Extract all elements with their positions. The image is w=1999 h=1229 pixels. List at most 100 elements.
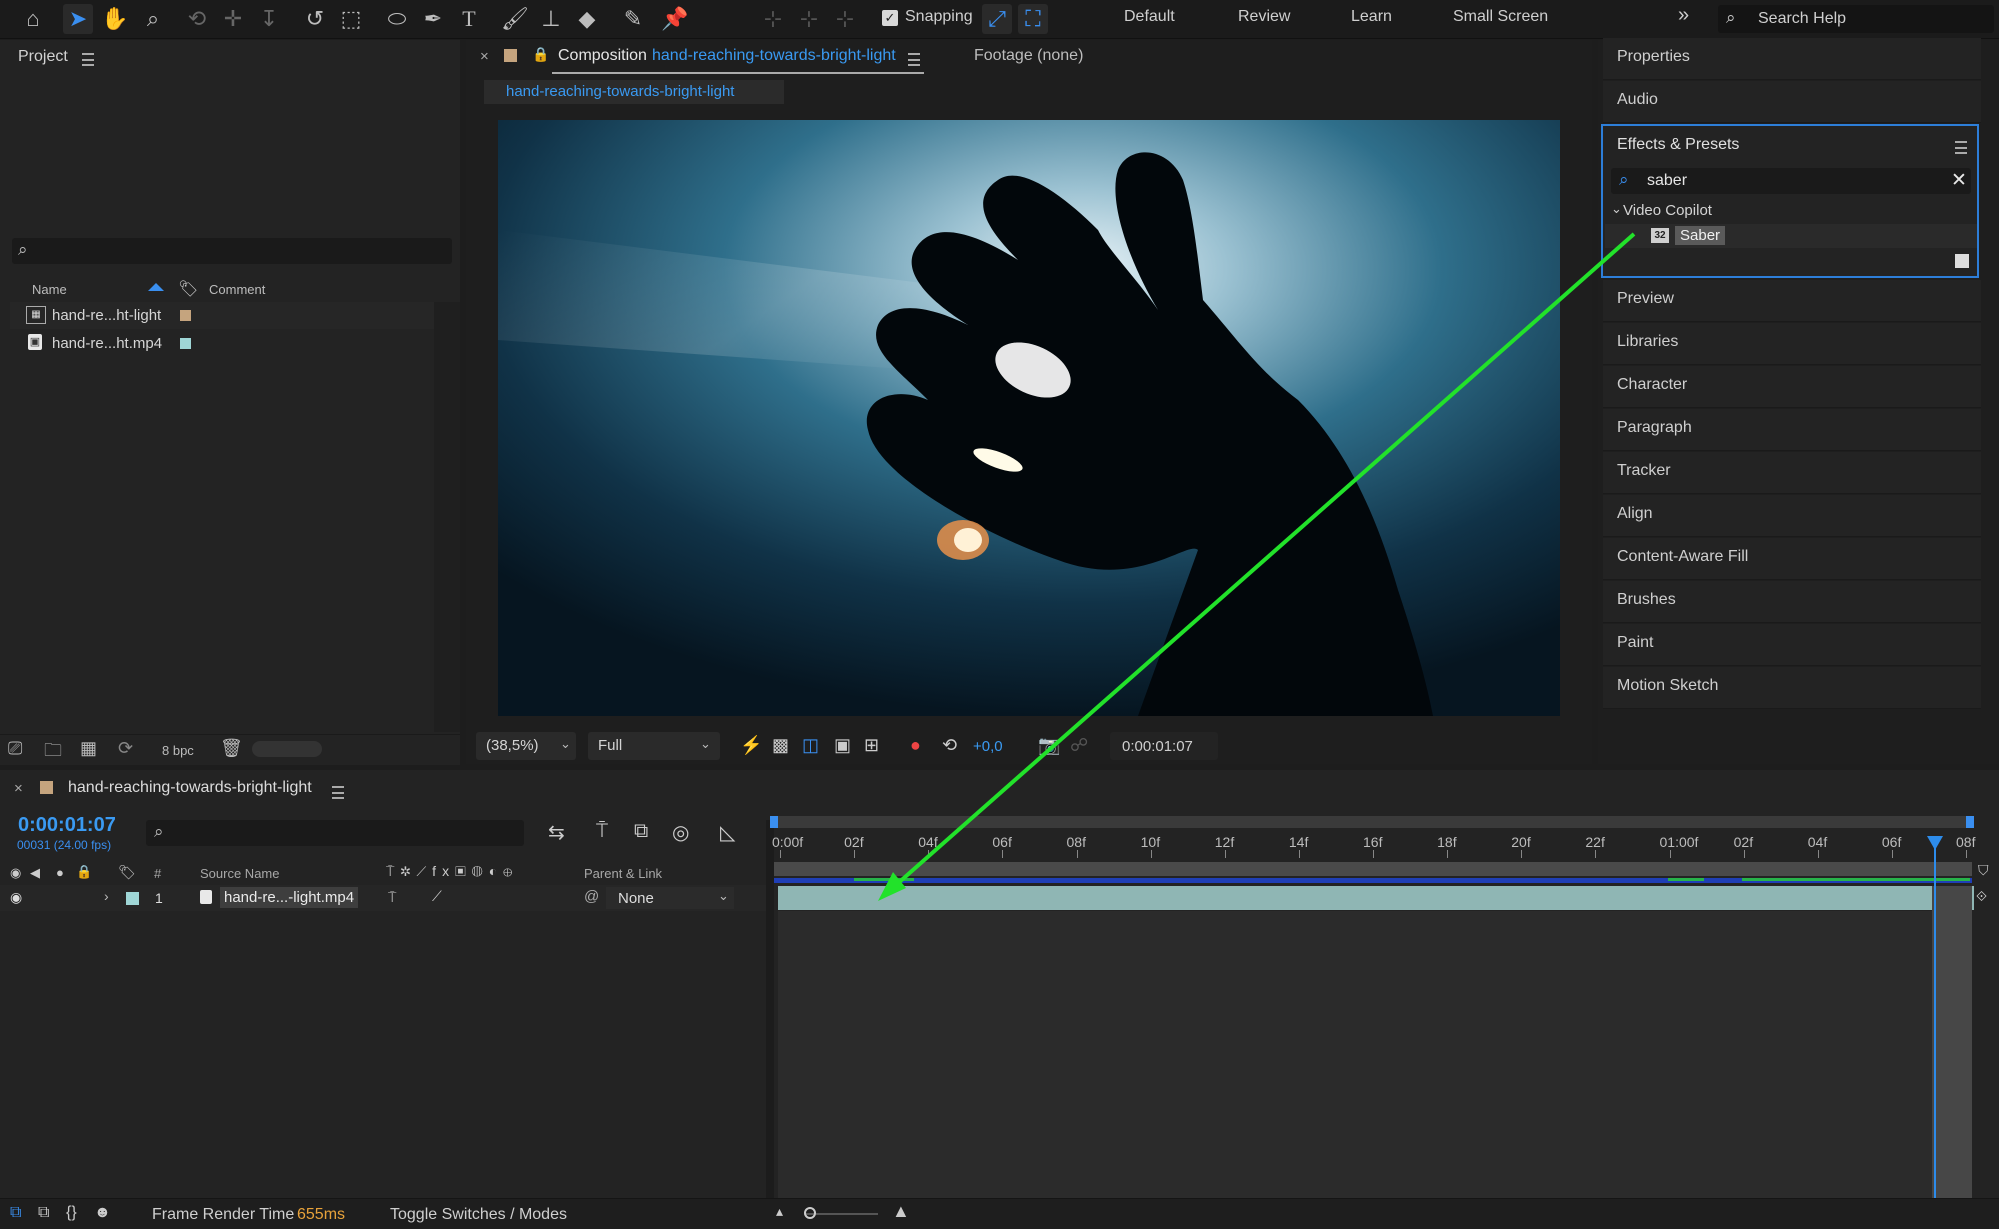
adjust-settings-icon[interactable]: ⟳: [118, 738, 133, 759]
comp-button-icon[interactable]: ⟐: [1976, 888, 1987, 905]
pan-behind-icon[interactable]: ⬚: [336, 4, 366, 34]
draft-3d-icon[interactable]: ⍑: [596, 820, 608, 843]
in-out-panes-icon[interactable]: {}: [66, 1204, 77, 1222]
project-col-comment[interactable]: Comment: [209, 282, 265, 297]
transparency-grid-icon[interactable]: ▩: [772, 735, 789, 756]
layer-label-swatch[interactable]: [126, 892, 139, 905]
reset-exposure-icon[interactable]: ⟲: [942, 735, 957, 756]
chevron-down-icon[interactable]: ⌄: [1611, 201, 1622, 217]
table-row[interactable]: ◉ › 1 hand-re...-light.mp4 ⍑ ⟋ @ None ⌄: [0, 885, 770, 911]
resolution-dropdown[interactable]: Full ⌄: [588, 732, 720, 760]
composition-tab-prefix[interactable]: Composition: [558, 47, 647, 65]
transfer-controls-icon[interactable]: ⧉: [38, 1204, 49, 1222]
collapse-switch-icon[interactable]: ⍑: [388, 889, 396, 906]
libraries-panel[interactable]: Libraries: [1603, 323, 1981, 365]
exposure-value[interactable]: +0,0: [973, 738, 1003, 755]
workspace-review[interactable]: Review: [1238, 8, 1290, 26]
footage-tab[interactable]: Footage (none): [974, 47, 1083, 65]
preview-panel[interactable]: Preview: [1603, 280, 1981, 322]
project-search-input[interactable]: ⌕: [12, 238, 452, 264]
parent-dropdown[interactable]: None ⌄: [606, 887, 734, 909]
label-tag-icon[interactable]: 🏷: [178, 279, 198, 299]
new-folder-icon[interactable]: 🗀: [44, 738, 62, 768]
workspace-small-screen[interactable]: Small Screen: [1453, 8, 1548, 26]
composition-menu-icon[interactable]: [908, 53, 920, 71]
more-workspaces-icon[interactable]: »: [1678, 4, 1689, 27]
zoom-tool-icon[interactable]: ⌕: [138, 4, 168, 34]
thumbnail-slider[interactable]: [252, 741, 322, 757]
render-time-icon[interactable]: ☻: [94, 1204, 111, 1222]
composition-flowchart-icon[interactable]: ⇆: [548, 820, 565, 845]
lock-icon[interactable]: 🔒: [532, 46, 549, 63]
composition-viewer[interactable]: [498, 120, 1560, 716]
type-tool-icon[interactable]: T: [454, 4, 484, 34]
grid-guides-icon[interactable]: ⊞: [864, 735, 879, 756]
zoom-out-icon[interactable]: ▴: [776, 1203, 783, 1220]
label-swatch[interactable]: [180, 338, 191, 349]
region-of-interest-icon[interactable]: ▣: [834, 735, 851, 756]
toggle-switches-modes[interactable]: Toggle Switches / Modes: [390, 1206, 567, 1224]
fast-previews-icon[interactable]: ⚡: [740, 735, 762, 756]
close-tab-icon[interactable]: ×: [480, 48, 489, 65]
paragraph-panel[interactable]: Paragraph: [1603, 409, 1981, 451]
paint-panel[interactable]: Paint: [1603, 624, 1981, 666]
effects-search-input[interactable]: ⌕ saber ✕: [1611, 168, 1971, 194]
list-item[interactable]: ▦ hand-re...ht-light: [10, 302, 434, 329]
content-aware-fill-panel[interactable]: Content-Aware Fill: [1603, 538, 1981, 580]
playhead-handle[interactable]: [1926, 836, 1943, 850]
axis-view-icon[interactable]: ⊹: [830, 4, 860, 34]
new-composition-icon[interactable]: ▦: [80, 738, 97, 759]
label-swatch[interactable]: [180, 310, 191, 321]
home-icon[interactable]: ⌂: [18, 4, 48, 34]
workspace-learn[interactable]: Learn: [1351, 8, 1392, 26]
timeline-zoom-slider[interactable]: [804, 1207, 878, 1219]
eraser-tool-icon[interactable]: ◆: [572, 4, 602, 34]
time-ruler[interactable]: 0:00f 02f 04f 06f 08f 10f 12f 14f 16f 18f 20f 22f 01…: [772, 830, 1975, 858]
layer-duration-bar[interactable]: [778, 886, 1974, 910]
viewer-timecode[interactable]: 0:00:01:07: [1110, 732, 1218, 760]
mask-visibility-icon[interactable]: ◫: [802, 735, 819, 756]
orbit-camera-icon[interactable]: ⟲: [182, 4, 212, 34]
ellipse-tool-icon[interactable]: ⬭: [382, 4, 412, 34]
snapshot-icon[interactable]: 📷: [1038, 735, 1060, 756]
breadcrumb[interactable]: hand-reaching-towards-bright-light: [484, 80, 784, 104]
pen-tool-icon[interactable]: ✒: [418, 4, 448, 34]
clear-search-icon[interactable]: ✕: [1951, 169, 1967, 192]
magnification-dropdown[interactable]: (38,5%) ⌄: [476, 732, 576, 760]
marker-icon[interactable]: ⛉: [1978, 862, 1989, 879]
composition-tab-name[interactable]: hand-reaching-towards-bright-light: [652, 47, 896, 65]
effect-saber-row[interactable]: 32 Saber: [1605, 224, 1977, 248]
timeline-search-input[interactable]: ⌕: [146, 820, 524, 846]
timeline-current-time[interactable]: 0:00:01:07: [18, 814, 116, 837]
layer-switches-icon[interactable]: ⧉: [10, 1204, 21, 1222]
sort-ascending-icon[interactable]: [148, 283, 164, 291]
workspace-default[interactable]: Default: [1124, 8, 1175, 26]
work-area-bar[interactable]: [770, 816, 1974, 828]
zoom-in-icon[interactable]: ▲: [892, 1201, 910, 1222]
breadcrumb-comp[interactable]: hand-reaching-towards-bright-light: [506, 83, 734, 100]
puppet-pin-icon[interactable]: 📌: [660, 4, 690, 34]
new-preset-icon[interactable]: [1955, 254, 1969, 268]
tracker-panel[interactable]: Tracker: [1603, 452, 1981, 494]
timeline-track-area[interactable]: [778, 911, 1932, 1201]
shy-layers-icon[interactable]: ⧉: [634, 820, 648, 843]
close-tab-icon[interactable]: ×: [14, 780, 23, 797]
motion-sketch-panel[interactable]: Motion Sketch: [1603, 667, 1981, 709]
frame-blending-icon[interactable]: ◎: [672, 820, 689, 845]
roto-brush-icon[interactable]: ✎: [618, 4, 648, 34]
align-panel[interactable]: Align: [1603, 495, 1981, 537]
zoom-slider-knob[interactable]: [804, 1207, 816, 1219]
pan-camera-icon[interactable]: ✛: [218, 4, 248, 34]
selection-tool-icon[interactable]: ➤: [63, 4, 93, 34]
pick-whip-icon[interactable]: @: [584, 888, 599, 905]
layer-source-name[interactable]: hand-re...-light.mp4: [220, 887, 359, 908]
properties-panel[interactable]: Properties: [1603, 38, 1981, 80]
source-name-column[interactable]: Source Name: [200, 866, 279, 881]
axis-local-icon[interactable]: ⊹: [758, 4, 788, 34]
quality-switch-icon[interactable]: ⟋: [432, 888, 442, 905]
interpret-footage-icon[interactable]: ⎚: [8, 738, 22, 759]
hand-tool-icon[interactable]: ✋: [100, 4, 130, 34]
project-menu-icon[interactable]: [82, 53, 94, 71]
effects-group-video-copilot[interactable]: Video Copilot: [1623, 202, 1712, 219]
character-panel[interactable]: Character: [1603, 366, 1981, 408]
